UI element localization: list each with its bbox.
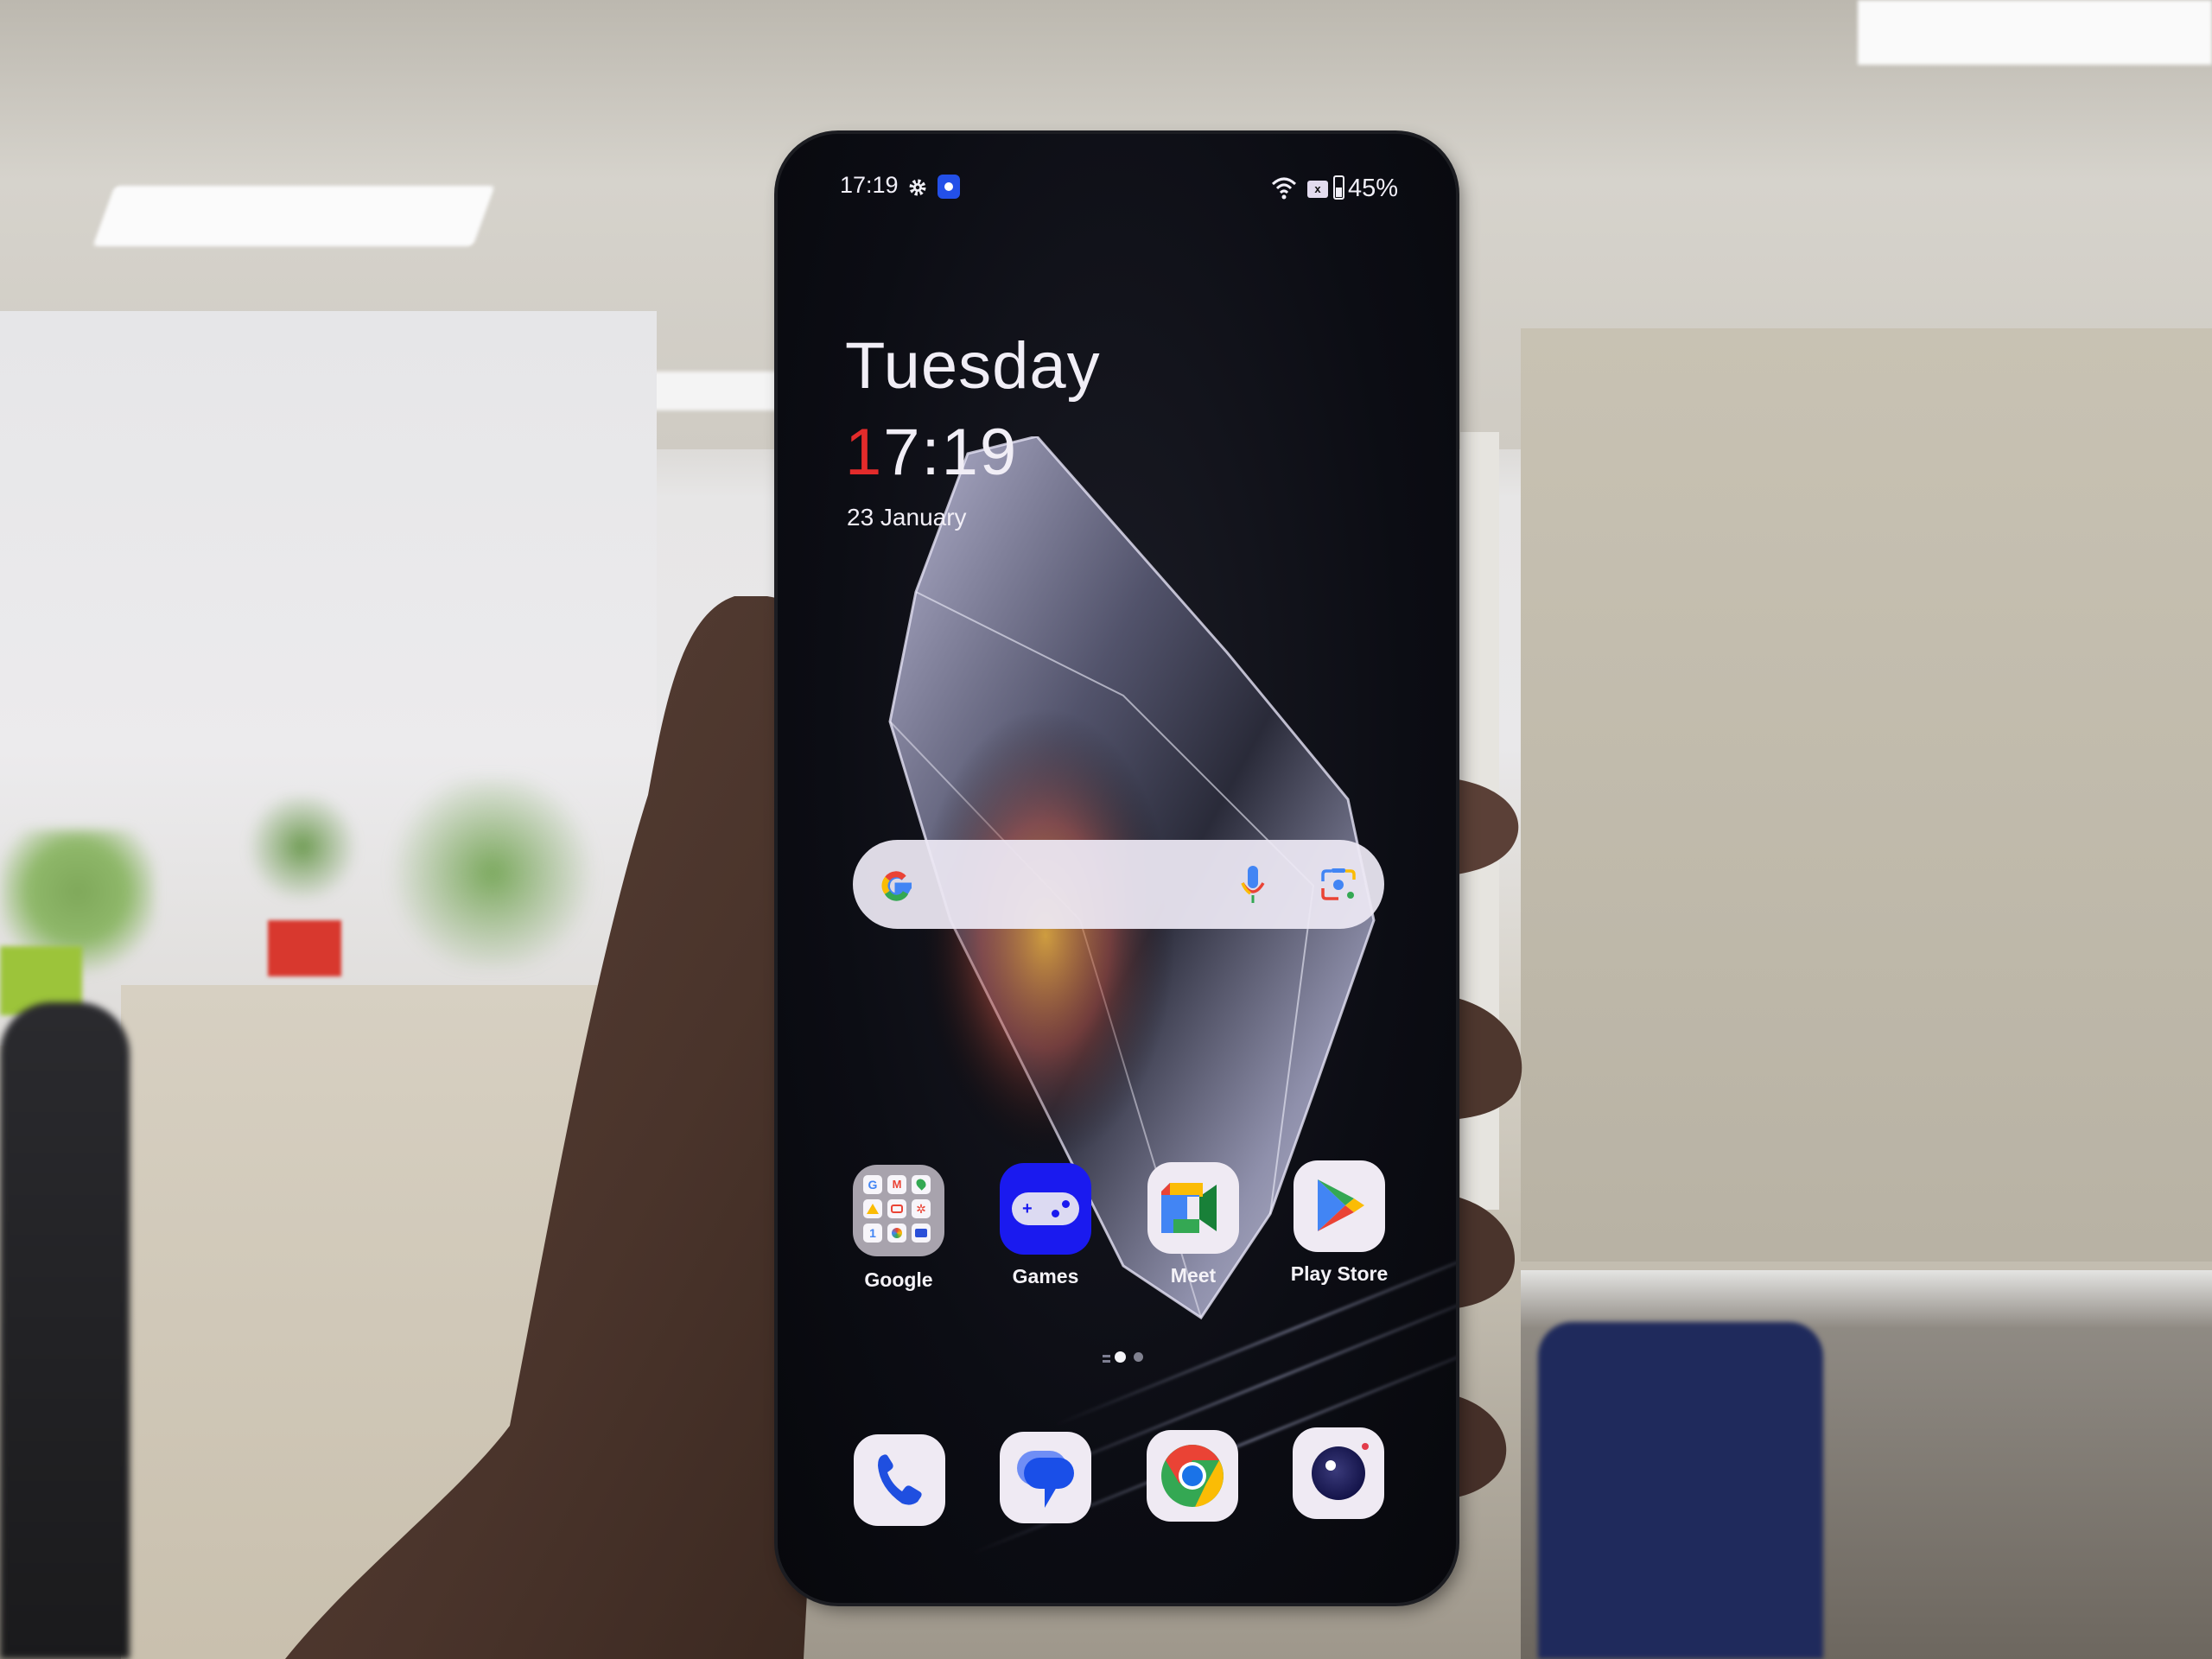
app-meet[interactable]: Meet [1147, 1162, 1239, 1287]
app-label: Games [1012, 1265, 1079, 1287]
gallery-mini-icon [912, 1224, 931, 1243]
dock-phone[interactable] [854, 1434, 945, 1526]
battery-icon [1333, 175, 1344, 200]
camera-record-dot [1362, 1443, 1369, 1450]
background-bag [1538, 1322, 1823, 1659]
page-indicator-list-marker[interactable] [1103, 1355, 1110, 1357]
photos-mini-icon: ✲ [912, 1199, 931, 1218]
app-games[interactable]: + Games [1000, 1163, 1091, 1287]
google-one-mini-icon: 1 [863, 1224, 882, 1243]
gmail-mini-icon: M [887, 1175, 906, 1194]
chrome-icon [1161, 1445, 1224, 1507]
gamepad-body: + [1012, 1192, 1079, 1225]
ceiling-light [92, 186, 495, 246]
camera-icon [1312, 1446, 1365, 1500]
page-indicator-current[interactable] [1115, 1351, 1126, 1363]
google-lens-icon[interactable] [1319, 866, 1357, 904]
folder-grid: G M ✲ 1 [863, 1175, 931, 1243]
maps-mini-icon [912, 1175, 931, 1194]
google-folder-icon: G M ✲ 1 [853, 1165, 944, 1256]
app-label: Meet [1170, 1264, 1217, 1287]
battery-percent: 45% [1348, 175, 1399, 202]
clock-widget-time[interactable]: 17:19 [845, 415, 1018, 490]
pay-mini-icon [887, 1224, 906, 1243]
background-person [0, 1002, 130, 1659]
wifi-icon [1271, 177, 1297, 200]
google-search-bar[interactable] [853, 840, 1384, 929]
dock-chrome[interactable] [1147, 1430, 1238, 1522]
gear-icon [909, 179, 926, 196]
clock-widget-date[interactable]: 23 January [847, 504, 967, 531]
youtube-mini-icon [887, 1199, 906, 1218]
google-meet-icon [1147, 1162, 1239, 1254]
clock-accent-digit: 1 [845, 416, 884, 489]
page-indicator-dot[interactable] [1134, 1352, 1143, 1362]
status-bar-time: 17:19 [840, 172, 899, 198]
play-store-icon [1294, 1160, 1385, 1252]
ceiling-light [1858, 0, 2212, 65]
dock-camera[interactable] [1293, 1427, 1384, 1519]
battery-level-fill [1336, 188, 1342, 197]
phone-icon [878, 1454, 922, 1505]
app-label: Play Store [1290, 1262, 1389, 1285]
app-play-store[interactable]: Play Store [1291, 1160, 1388, 1285]
gamepad-icon: + [1000, 1163, 1091, 1255]
phone: 17:19 x 45% Tuesday 17:19 23 January G M… [778, 134, 1456, 1603]
clock-widget-day[interactable]: Tuesday [845, 328, 1101, 404]
drive-mini-icon [863, 1199, 882, 1218]
clock-time-rest: 7:19 [883, 416, 1019, 489]
app-google-folder[interactable]: G M ✲ 1 Google [853, 1165, 944, 1291]
google-mini-icon: G [863, 1175, 882, 1194]
google-g-icon [881, 871, 912, 901]
microphone-icon[interactable] [1240, 864, 1266, 906]
dock-messages[interactable] [1000, 1432, 1091, 1523]
app-notification-icon [938, 175, 960, 199]
app-label: Google [864, 1268, 933, 1291]
messages-icon [1017, 1451, 1074, 1508]
sim-none-icon: x [1307, 181, 1328, 198]
background-wall [1521, 328, 2212, 1262]
